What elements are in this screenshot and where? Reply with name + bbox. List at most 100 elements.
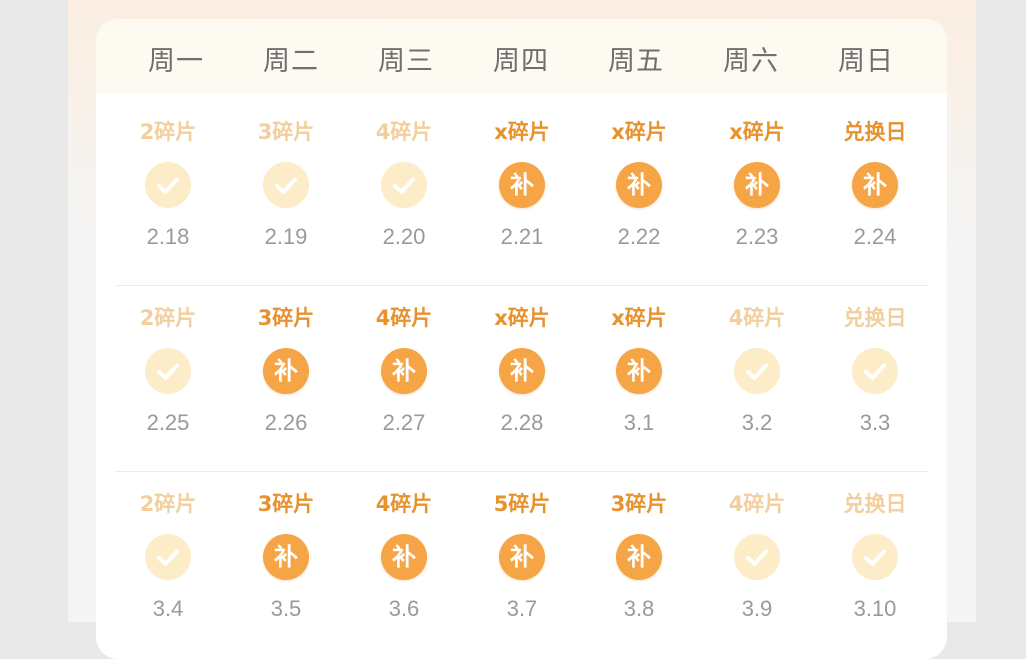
reward-label: 兑换日	[843, 492, 907, 516]
checkmark-icon	[852, 534, 898, 580]
checkmark-icon	[381, 162, 427, 208]
makeup-label: 补	[510, 543, 534, 571]
reward-label: x碎片	[494, 120, 550, 144]
makeup-label: 补	[627, 357, 651, 385]
date-label: 3.4	[152, 596, 184, 621]
day-cell[interactable]: x碎片补 2.21	[467, 100, 577, 286]
date-label: 2.19	[264, 224, 308, 249]
date-label: 2.25	[146, 410, 190, 435]
checkin-page-background: 周一 周二 周三 周四 周五 周六 周日 2碎片 2.18 3碎片 2.19 4碎片 2.…	[68, 0, 976, 659]
date-label: 2.20	[382, 224, 426, 249]
weekday-fri: 周五	[608, 46, 664, 77]
makeup-label: 补	[510, 171, 534, 199]
makeup-button[interactable]: 补	[616, 534, 662, 580]
day-cell[interactable]: 5碎片补 3.7	[467, 472, 577, 658]
reward-label: x碎片	[611, 306, 667, 330]
date-label: 2.28	[500, 410, 544, 435]
weekday-mon: 周一	[148, 46, 204, 77]
day-cell[interactable]: 3碎片补 3.8	[584, 472, 694, 658]
date-label: 2.26	[264, 410, 308, 435]
checkmark-icon	[263, 162, 309, 208]
date-label: 2.23	[735, 224, 779, 249]
checkmark-icon	[852, 348, 898, 394]
date-label: 2.27	[382, 410, 426, 435]
checkmark-icon	[145, 162, 191, 208]
makeup-button[interactable]: 补	[852, 162, 898, 208]
reward-label: 4碎片	[375, 492, 433, 516]
date-label: 3.10	[853, 596, 897, 621]
reward-label: 兑换日	[843, 120, 907, 144]
date-label: 2.22	[617, 224, 661, 249]
makeup-label: 补	[863, 171, 887, 199]
weekday-sat: 周六	[723, 46, 779, 77]
day-cell[interactable]: 3碎片补 2.26	[231, 286, 341, 472]
day-cell: 2碎片 3.4	[113, 472, 223, 658]
reward-label: 3碎片	[257, 120, 315, 144]
day-cell[interactable]: 4碎片补 3.6	[349, 472, 459, 658]
date-label: 3.9	[741, 596, 773, 621]
day-cell[interactable]: 3碎片补 3.5	[231, 472, 341, 658]
reward-label: 5碎片	[493, 492, 551, 516]
makeup-button[interactable]: 补	[263, 348, 309, 394]
reward-label: 4碎片	[375, 120, 433, 144]
reward-label: 4碎片	[728, 306, 786, 330]
day-cell: 兑换日 3.3	[820, 286, 930, 472]
makeup-button[interactable]: 补	[616, 348, 662, 394]
day-cell: 2碎片 2.25	[113, 286, 223, 472]
day-cell: 4碎片 2.20	[349, 100, 459, 286]
date-label: 3.8	[623, 596, 655, 621]
makeup-label: 补	[745, 171, 769, 199]
week-row-2: 2碎片 2.25 3碎片补 2.26 4碎片补 2.27 x碎片补 2.28 x碎片补 3.1 4碎…	[96, 286, 947, 472]
makeup-button[interactable]: 补	[499, 162, 545, 208]
weekday-wed: 周三	[378, 46, 434, 77]
checkmark-icon	[145, 348, 191, 394]
date-label: 3.7	[506, 596, 538, 621]
reward-label: 3碎片	[257, 492, 315, 516]
makeup-button[interactable]: 补	[381, 348, 427, 394]
makeup-button[interactable]: 补	[499, 348, 545, 394]
reward-label: x碎片	[611, 120, 667, 144]
weekday-header: 周一 周二 周三 周四 周五 周六 周日	[96, 19, 947, 93]
day-cell[interactable]: x碎片补 3.1	[584, 286, 694, 472]
makeup-button[interactable]: 补	[263, 534, 309, 580]
reward-label: 4碎片	[728, 492, 786, 516]
weekday-thu: 周四	[493, 46, 549, 77]
day-cell[interactable]: x碎片补 2.28	[467, 286, 577, 472]
reward-label: 2碎片	[139, 120, 197, 144]
day-cell[interactable]: 4碎片补 2.27	[349, 286, 459, 472]
checkmark-icon	[734, 534, 780, 580]
reward-label: 2碎片	[139, 492, 197, 516]
day-cell: 兑换日 3.10	[820, 472, 930, 658]
makeup-label: 补	[274, 357, 298, 385]
makeup-button[interactable]: 补	[499, 534, 545, 580]
day-cell[interactable]: 兑换日补 2.24	[820, 100, 930, 286]
date-label: 3.1	[623, 410, 655, 435]
day-cell[interactable]: x碎片补 2.22	[584, 100, 694, 286]
makeup-button[interactable]: 补	[381, 534, 427, 580]
date-label: 3.6	[388, 596, 420, 621]
weekday-sun: 周日	[838, 46, 894, 77]
date-label: 2.18	[146, 224, 190, 249]
checkin-calendar-card: 周一 周二 周三 周四 周五 周六 周日 2碎片 2.18 3碎片 2.19 4碎片 2.…	[96, 19, 947, 659]
day-cell[interactable]: x碎片补 2.23	[702, 100, 812, 286]
makeup-label: 补	[392, 543, 416, 571]
week-row-1: 2碎片 2.18 3碎片 2.19 4碎片 2.20 x碎片补 2.21 x碎片补 2.22 x碎片…	[96, 100, 947, 286]
checkmark-icon	[734, 348, 780, 394]
makeup-label: 补	[627, 171, 651, 199]
reward-label: x碎片	[729, 120, 785, 144]
day-cell: 2碎片 2.18	[113, 100, 223, 286]
weekday-tue: 周二	[263, 46, 319, 77]
date-label: 3.3	[859, 410, 891, 435]
reward-label: x碎片	[494, 306, 550, 330]
reward-label: 3碎片	[257, 306, 315, 330]
day-cell: 4碎片 3.9	[702, 472, 812, 658]
makeup-label: 补	[392, 357, 416, 385]
makeup-button[interactable]: 补	[616, 162, 662, 208]
day-cell: 4碎片 3.2	[702, 286, 812, 472]
date-label: 3.5	[270, 596, 302, 621]
date-label: 2.24	[853, 224, 897, 249]
makeup-button[interactable]: 补	[734, 162, 780, 208]
date-label: 2.21	[500, 224, 544, 249]
makeup-label: 补	[274, 543, 298, 571]
reward-label: 4碎片	[375, 306, 433, 330]
